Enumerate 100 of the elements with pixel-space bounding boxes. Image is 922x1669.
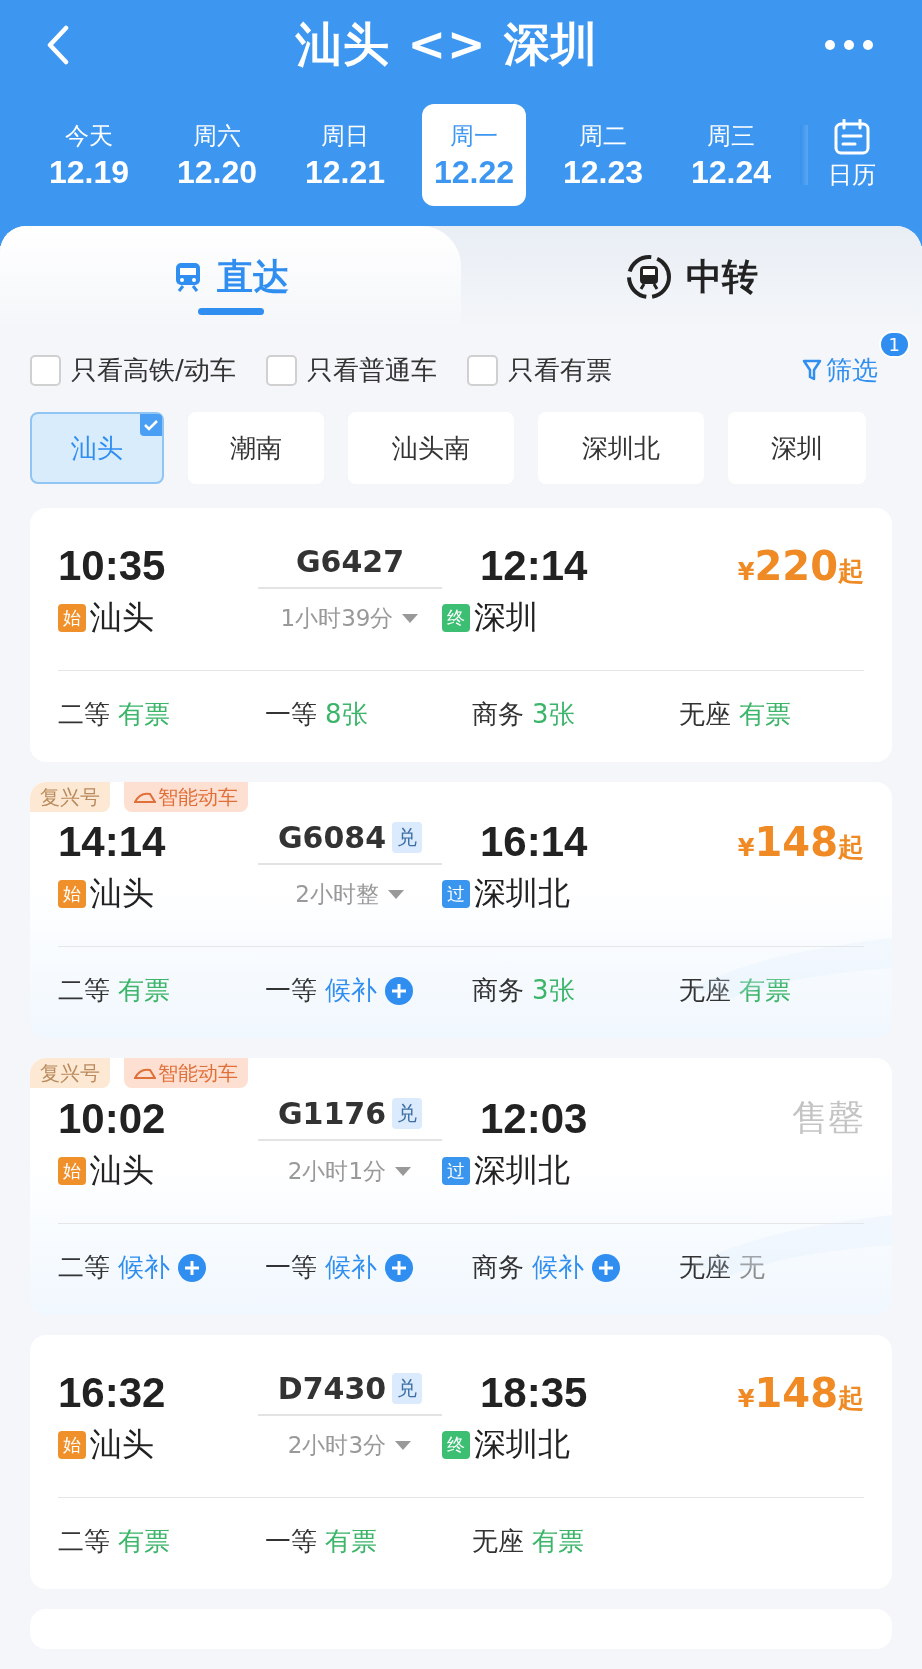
plus-icon: [385, 1253, 413, 1282]
plus-icon: [592, 1253, 620, 1282]
seat-class: 商务: [472, 698, 524, 731]
seat-class: 二等: [58, 698, 110, 731]
train-number: G1176: [277, 1096, 387, 1131]
station-chip[interactable]: 潮南: [188, 412, 324, 484]
seat-class: 二等: [58, 974, 110, 1007]
station-mark: 终: [442, 1431, 470, 1459]
waitlist-link[interactable]: 候补: [118, 1250, 170, 1285]
train-tag: 智能动车: [124, 1058, 248, 1088]
back-icon: [46, 25, 70, 65]
station-chip[interactable]: 汕头南: [348, 412, 514, 484]
price-label: ¥220起: [737, 543, 864, 589]
station-chip[interactable]: 汕头: [30, 412, 164, 484]
waitlist-link[interactable]: 候补: [532, 1250, 584, 1285]
station-mark: 始: [58, 604, 86, 632]
station-mark: 始: [58, 880, 86, 908]
arrival-time: 18:35: [479, 1369, 589, 1417]
date-tab[interactable]: 今天 12.19: [30, 104, 148, 206]
station-name: 汕头: [90, 873, 154, 914]
station-mark: 始: [58, 1157, 86, 1185]
arrival-time: 12:14: [479, 542, 589, 590]
seat-class: 一等: [265, 698, 317, 731]
station-name: 深圳: [474, 597, 538, 638]
duration-toggle[interactable]: 2小时1分: [258, 1155, 442, 1187]
station-chip[interactable]: 深圳北: [538, 412, 704, 484]
seat-class: 无座: [679, 974, 731, 1007]
station-mark: 始: [58, 1431, 86, 1459]
caret-icon: [394, 1440, 413, 1450]
train-icon: [134, 790, 156, 804]
seat-availability: 有票: [118, 974, 170, 1007]
tab-underline: [197, 307, 264, 315]
seat-class: 二等: [58, 1251, 110, 1284]
sold-out-label: 售罄: [792, 1096, 864, 1140]
date-tab[interactable]: 周六 12.20: [158, 104, 276, 206]
exchange-badge: 兑: [392, 1372, 423, 1404]
exchange-badge: 兑: [392, 821, 423, 853]
seat-class: 无座: [472, 1525, 524, 1558]
train-number: G6427: [295, 543, 405, 579]
seat-class: 无座: [679, 1251, 731, 1284]
station-mark: 过: [442, 1157, 470, 1185]
station-mark: 过: [442, 880, 470, 908]
waitlist-link[interactable]: 候补: [325, 1250, 377, 1285]
duration-toggle[interactable]: 2小时3分: [258, 1429, 442, 1461]
duration-toggle[interactable]: 1小时39分: [258, 602, 442, 634]
train-number: G6084: [277, 819, 387, 855]
train-number: D7430: [277, 1370, 387, 1406]
seat-class: 无座: [679, 698, 731, 731]
train-card[interactable]: 10:35 G6427 12:14 ¥220起 始 汕头 1小时39分 终 深圳 二等 有票 一等 8张 商务 3张 无座 有票: [30, 508, 892, 762]
price-label: ¥148起: [737, 1370, 864, 1416]
filter-checkbox[interactable]: 只看高铁/动车: [30, 352, 236, 388]
seat-availability: 3张: [532, 974, 575, 1007]
train-icon: [134, 1066, 156, 1080]
station-chip[interactable]: 深圳: [728, 412, 866, 484]
caret-icon: [401, 613, 420, 623]
seat-class: 一等: [265, 1251, 317, 1284]
seat-class: 一等: [265, 1525, 317, 1558]
train-card[interactable]: 复兴号 智能动车 10:02 G1176 兑 12:03 售罄 始 汕头 2小时1分 过 深圳北 二等 候补 一等 候补 商务 候补 无座 无: [30, 1058, 892, 1315]
calendar-button[interactable]: 日历: [828, 119, 876, 191]
departure-time: 14:14: [58, 818, 167, 866]
exchange-badge: 兑: [392, 1098, 423, 1129]
station-name: 深圳北: [474, 873, 570, 914]
station-name: 汕头: [90, 1424, 154, 1465]
more-button[interactable]: [824, 39, 874, 51]
date-tab[interactable]: 周一 12.22: [422, 104, 526, 206]
count-badge: 1: [878, 330, 910, 358]
duration-toggle[interactable]: 2小时整: [258, 878, 442, 910]
plus-icon: [385, 976, 413, 1005]
station-name: 汕头: [90, 1150, 154, 1191]
train-tag: 复兴号: [30, 782, 110, 812]
train-tag: 智能动车: [124, 782, 248, 812]
seat-class: 二等: [58, 1525, 110, 1558]
departure-time: 10:02: [58, 1094, 167, 1143]
date-tab[interactable]: 周日 12.21: [286, 104, 404, 206]
seat-availability: 有票: [118, 1525, 170, 1558]
seat-availability: 有票: [118, 698, 170, 731]
check-icon: [140, 414, 162, 436]
departure-time: 10:35: [58, 542, 167, 590]
station-name: 深圳北: [474, 1150, 570, 1191]
seat-class: 商务: [472, 1251, 524, 1284]
departure-time: 16:32: [58, 1369, 167, 1417]
mode-tab[interactable]: 中转: [461, 226, 922, 329]
train-card[interactable]: 16:32 D7430 兑 18:35 ¥148起 始 汕头 2小时3分 终 深圳北 二等 有票 一等 有票 无座 有票: [30, 1335, 892, 1589]
date-tab[interactable]: 周三 12.24: [672, 104, 790, 206]
scroll-fade: [800, 125, 808, 185]
filter-checkbox[interactable]: 只看普通车: [265, 352, 437, 388]
plus-icon: [178, 1253, 206, 1282]
seat-class: 商务: [472, 974, 524, 1007]
date-tab[interactable]: 周二 12.23: [544, 104, 662, 206]
waitlist-link[interactable]: 候补: [325, 973, 377, 1008]
train-card[interactable]: 复兴号 智能动车 14:14 G6084 兑 16:14 ¥148起 始 汕头 2小时整 过 深圳北 二等 有票 一等 候补 商务 3张 无座 有票: [30, 782, 892, 1038]
station-name: 深圳北: [474, 1424, 570, 1465]
back-button[interactable]: [46, 25, 70, 65]
arrival-time: 16:14: [479, 818, 589, 866]
seat-availability: 有票: [739, 974, 791, 1007]
calendar-icon: [834, 119, 870, 155]
filter-checkbox[interactable]: 只看有票: [466, 352, 612, 388]
page-title: 汕头 <> 深圳: [296, 16, 598, 73]
seat-availability: 无: [739, 1251, 765, 1284]
price-label: ¥148起: [737, 819, 864, 865]
